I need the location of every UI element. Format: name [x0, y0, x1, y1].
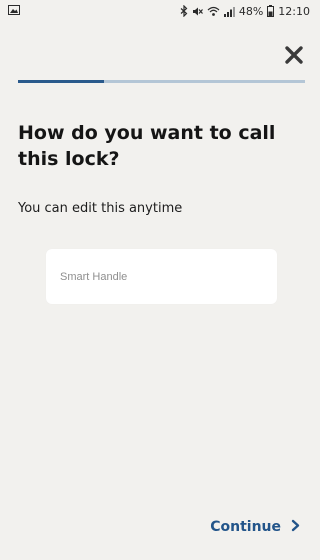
bluetooth-icon	[180, 5, 188, 17]
progress-bar	[18, 80, 305, 83]
status-time: 12:10	[278, 4, 310, 18]
continue-button[interactable]: Continue	[210, 519, 300, 535]
image-notification-icon	[8, 4, 20, 18]
battery-icon	[267, 5, 275, 17]
page-title: How do you want to call this lock?	[18, 122, 276, 170]
lock-name-field-card	[46, 249, 277, 304]
status-right: 48% 12:10	[180, 5, 310, 18]
signal-icon	[223, 6, 235, 17]
close-icon	[283, 46, 305, 70]
status-left	[8, 4, 20, 18]
chevron-right-icon	[291, 519, 300, 535]
page-subtitle: You can edit this anytime	[18, 201, 183, 216]
wifi-icon	[207, 6, 220, 17]
continue-label: Continue	[210, 519, 281, 535]
battery-percent: 48%	[238, 4, 264, 18]
lock-name-input[interactable]	[60, 267, 260, 287]
status-bar: 48% 12:10	[0, 0, 316, 22]
progress-bar-fill	[18, 80, 105, 83]
mute-icon	[192, 6, 203, 17]
close-button[interactable]	[283, 44, 305, 66]
